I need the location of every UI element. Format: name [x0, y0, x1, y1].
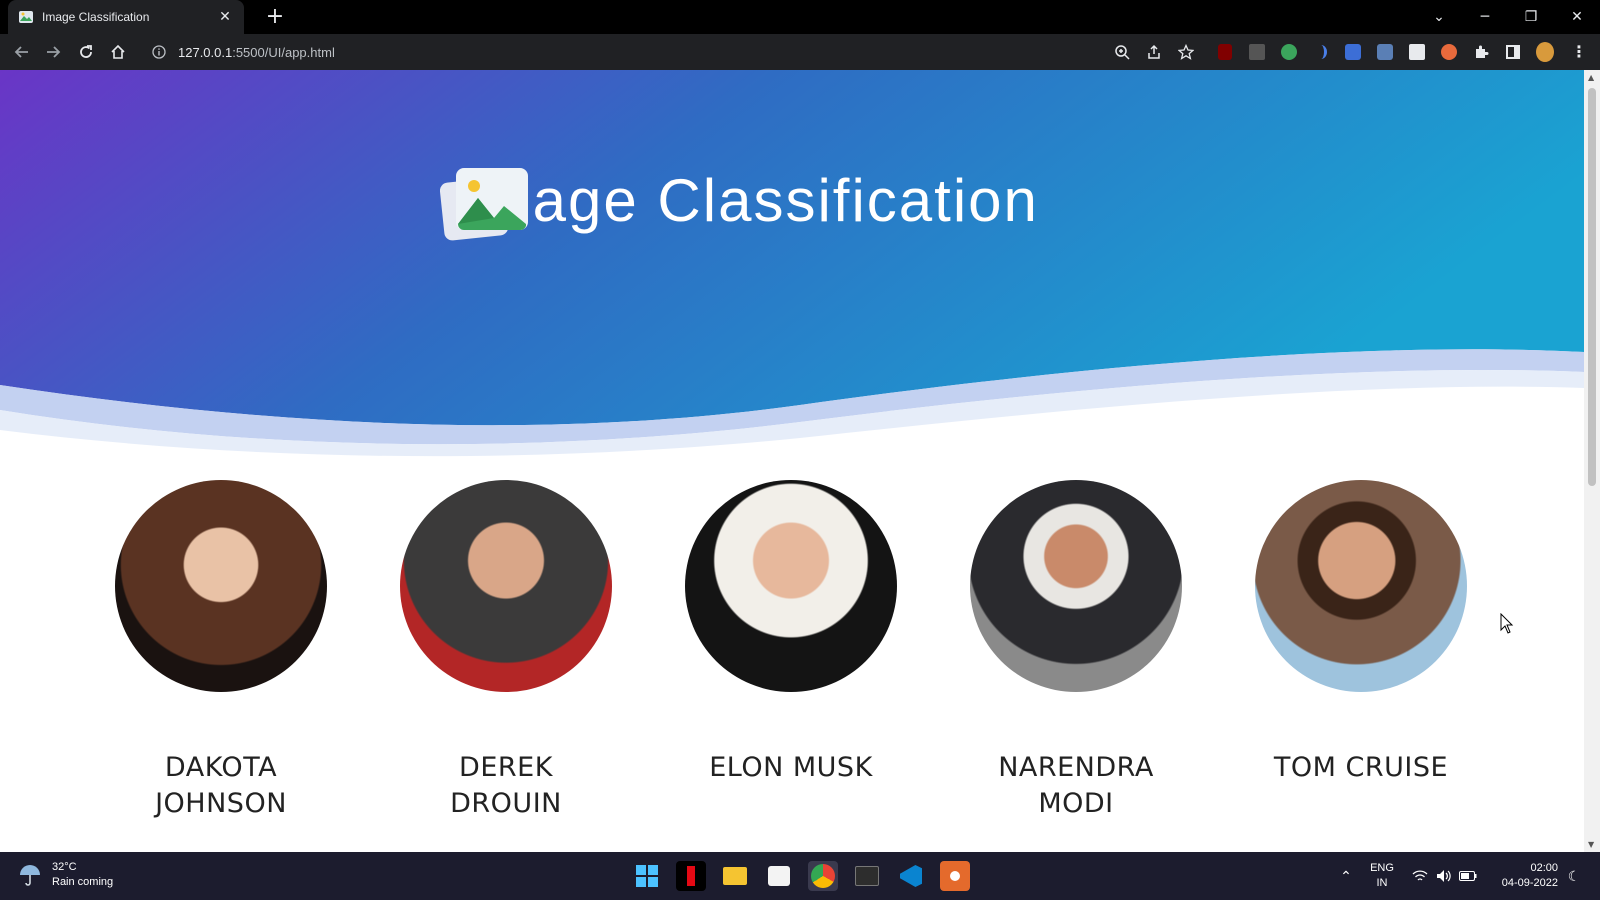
restore-button[interactable]: ❐	[1508, 0, 1554, 34]
person-card-tom-cruise[interactable]: TOM CRUISE	[1211, 480, 1511, 786]
terminal-app-icon[interactable]	[852, 861, 882, 891]
side-panel-icon[interactable]	[1504, 43, 1522, 61]
b-extension-icon[interactable]	[1408, 43, 1426, 61]
forward-button[interactable]	[41, 40, 65, 64]
close-window-button[interactable]: ✕	[1554, 0, 1600, 34]
page-scrollbar[interactable]: ▲ ▼	[1584, 70, 1600, 852]
shield-extension-icon[interactable]	[1344, 43, 1362, 61]
new-tab-button[interactable]: +	[262, 4, 288, 30]
close-tab-icon[interactable]: ✕	[216, 9, 234, 25]
windows-start-icon[interactable]	[632, 861, 662, 891]
battery-icon[interactable]	[1458, 852, 1478, 900]
menu-dots-icon[interactable]: ⋮	[1570, 43, 1588, 61]
volume-icon[interactable]	[1434, 852, 1454, 900]
reload-button[interactable]	[74, 40, 98, 64]
person-name: DAKOTA JOHNSON	[155, 752, 287, 819]
lh-extension-icon[interactable]	[1248, 43, 1266, 61]
tab-title: Image Classification	[42, 10, 150, 24]
weather-desc: Rain coming	[52, 876, 114, 888]
show-hidden-icons-chevron-icon[interactable]: ⌃	[1336, 852, 1356, 900]
image-gallery-icon	[440, 168, 528, 241]
scroll-down-arrow-icon[interactable]: ▼	[1588, 840, 1594, 849]
taskbar: 32°C Rain coming ⌃ ENG IN 02:00 04-09-20…	[0, 852, 1600, 900]
profile-avatar[interactable]	[1536, 42, 1554, 62]
vscode-app-icon[interactable]	[896, 861, 926, 891]
avatar-derek-drouin[interactable]	[400, 480, 612, 692]
sound-extension-icon[interactable]	[1312, 43, 1330, 61]
avatar-elon-musk[interactable]	[685, 480, 897, 692]
avatar-dakota-johnson[interactable]	[115, 480, 327, 692]
file-explorer-icon[interactable]	[720, 861, 750, 891]
avatar-narendra-modi[interactable]	[970, 480, 1182, 692]
chrome-app-icon[interactable]	[808, 861, 838, 891]
home-icon	[111, 44, 125, 59]
tab-strip: Image Classification ✕ + ⌄ ─ ❐ ✕	[0, 0, 1600, 34]
ublock-extension-icon[interactable]	[1216, 43, 1234, 61]
hero-gradient-background	[0, 70, 1584, 457]
home-button[interactable]	[106, 40, 130, 64]
orange-app-icon[interactable]	[940, 861, 970, 891]
person-name: TOM CRUISE	[1273, 752, 1449, 783]
image-icon	[19, 11, 33, 23]
arrow-left-icon	[14, 46, 28, 58]
browser-tab[interactable]: Image Classification ✕	[8, 0, 244, 34]
colorful-extension-icon[interactable]	[1440, 43, 1458, 61]
translate-extension-icon[interactable]	[1376, 43, 1394, 61]
mouse-cursor-icon	[1500, 613, 1514, 634]
netflix-app-icon[interactable]	[676, 861, 706, 891]
share-icon[interactable]	[1145, 43, 1163, 61]
arrow-right-icon	[47, 46, 61, 58]
clock-date: 04-09-2022	[1501, 877, 1558, 889]
person-card-narendra-modi[interactable]: NARENDRA MODI	[926, 480, 1226, 822]
notification-moon-icon[interactable]: ☾	[1562, 852, 1586, 900]
person-name: DEREK DROUIN	[450, 752, 562, 819]
info-icon	[152, 45, 166, 59]
minimize-button[interactable]: ─	[1462, 0, 1508, 34]
weather-temp: 32°C	[52, 861, 77, 873]
bookmark-star-icon[interactable]	[1177, 43, 1195, 61]
puzzle-extensions-icon[interactable]	[1472, 43, 1490, 61]
avatar-tom-cruise[interactable]	[1255, 480, 1467, 692]
scroll-thumb[interactable]	[1588, 88, 1596, 486]
hero-banner: Image Classification	[0, 70, 1584, 470]
umbrella-icon	[20, 865, 40, 886]
wifi-icon[interactable]	[1410, 852, 1430, 900]
clock-time: 02:00	[1530, 862, 1558, 874]
person-name: ELON MUSK	[709, 752, 873, 783]
browser-toolbar: 127.0.0.1:5500/UI/app.html ⋮	[0, 34, 1600, 70]
language-indicator[interactable]: ENG IN	[1364, 852, 1400, 900]
person-card-elon-musk[interactable]: ELON MUSK	[641, 480, 941, 786]
page-title: Image Classification	[462, 167, 1039, 234]
person-card-derek-drouin[interactable]: DEREK DROUIN	[356, 480, 656, 822]
green-plus-extension-icon[interactable]	[1280, 43, 1298, 61]
back-button[interactable]	[10, 40, 34, 64]
tab-search-icon[interactable]: ⌄	[1416, 0, 1462, 34]
person-name: NARENDRA MODI	[998, 752, 1154, 819]
zoom-icon[interactable]	[1113, 43, 1131, 61]
person-card-dakota-johnson[interactable]: DAKOTA JOHNSON	[71, 480, 371, 822]
weather-widget[interactable]: 32°C Rain coming	[18, 860, 113, 890]
address-bar[interactable]: 127.0.0.1:5500/UI/app.html	[144, 38, 1194, 66]
page-viewport: Image Classification DAKOTA JOHNSON DERE…	[0, 70, 1584, 852]
url-text: 127.0.0.1:5500/UI/app.html	[178, 44, 335, 60]
clock[interactable]: 02:00 04-09-2022	[1488, 852, 1558, 900]
microsoft-store-icon[interactable]	[764, 861, 794, 891]
scroll-up-arrow-icon[interactable]: ▲	[1588, 73, 1594, 82]
brand: Image Classification	[440, 166, 1039, 241]
reload-icon	[80, 45, 92, 58]
